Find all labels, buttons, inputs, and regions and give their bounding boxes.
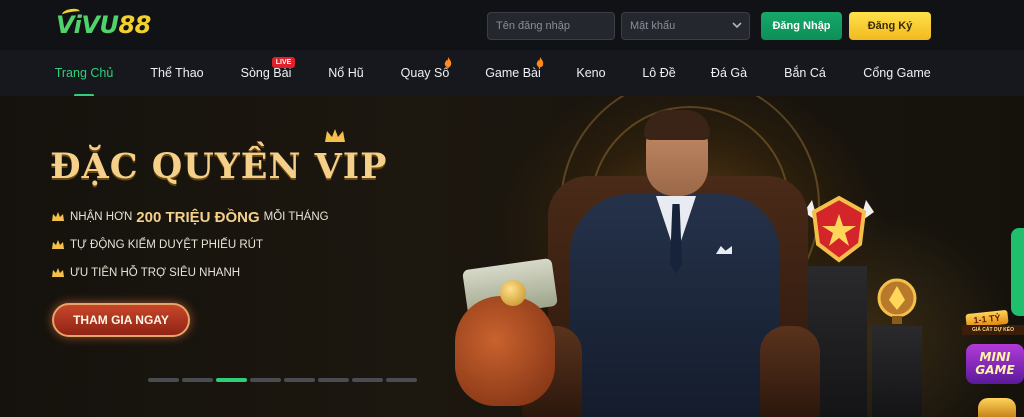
perk-item: TỰ ĐỘNG KIỂM DUYỆT PHIẾU RÚT	[52, 237, 263, 253]
carousel-dot[interactable]	[284, 378, 315, 382]
perk-item: NHẬN HƠN 200 TRIỆU ĐỒNG MỖI THÁNG	[52, 208, 329, 226]
perk-text: ƯU TIÊN HỖ TRỢ SIÊU NHANH	[70, 267, 241, 279]
fire-icon	[443, 56, 453, 68]
crown-icon	[325, 129, 345, 142]
hero-banner[interactable]: ĐẶC QUYỀN VIP NHẬN HƠN 200 TRIỆU ĐỒNG MỖ…	[0, 96, 1024, 417]
perk-prefix: NHẬN HƠN	[70, 211, 133, 223]
mini-game-line2: GAME	[975, 363, 1015, 377]
login-button[interactable]: Đăng Nhập	[761, 12, 842, 40]
coin-widget-icon[interactable]	[978, 398, 1016, 417]
trophy-pedestal	[872, 326, 922, 417]
logo-text-number: 88	[118, 11, 151, 39]
nav-item-game-portal[interactable]: Cổng Game	[858, 50, 936, 96]
perk-suffix: MỖI THÁNG	[263, 211, 329, 223]
crown-bullet-icon	[52, 268, 64, 277]
nav-item-home[interactable]: Trang Chủ	[50, 50, 118, 96]
banner-title: ĐẶC QUYỀN VIP	[50, 146, 388, 187]
side-chat-tab[interactable]	[1011, 228, 1024, 316]
nav-item-slots[interactable]: Nổ Hũ	[322, 50, 370, 96]
nav-item-cockfight[interactable]: Đá Gà	[706, 50, 752, 96]
armchair-arm-right	[760, 326, 820, 417]
main-nav: Trang Chủ Thể Thao Sòng Bài Nổ Hũ Quay S…	[0, 50, 1024, 96]
nav-item-fishing[interactable]: Bắn Cá	[779, 50, 831, 96]
live-badge: LIVE	[272, 57, 295, 68]
join-now-button[interactable]: THAM GIA NGAY	[52, 303, 190, 337]
nav-item-keno[interactable]: Keno	[570, 50, 612, 96]
carousel-dot[interactable]	[182, 378, 213, 382]
mini-game-button[interactable]: MINI GAME	[966, 344, 1024, 384]
fire-icon	[535, 56, 545, 68]
vip-emblem-icon	[804, 195, 874, 263]
carousel-dot[interactable]	[148, 378, 179, 382]
site-logo[interactable]: ViVU 88	[56, 7, 151, 41]
businessman-hair	[644, 110, 710, 140]
perk-text: TỰ ĐỘNG KIỂM DUYỆT PHIẾU RÚT	[70, 239, 263, 251]
perk-highlight: 200 TRIỆU ĐỒNG	[136, 208, 260, 226]
carousel-dot-active[interactable]	[216, 378, 247, 382]
carousel-indicators	[148, 378, 417, 382]
username-input[interactable]	[487, 12, 615, 40]
money-bag-icon	[455, 296, 555, 406]
medal-icon	[877, 278, 917, 324]
crown-bullet-icon	[52, 212, 64, 221]
carousel-dot[interactable]	[250, 378, 281, 382]
carousel-dot[interactable]	[318, 378, 349, 382]
promo-label[interactable]: GIẢ CÁT DỰ KÉO	[962, 325, 1024, 335]
nav-item-lode[interactable]: Lô Đề	[637, 50, 681, 96]
gold-coin-icon	[500, 280, 526, 306]
chevron-down-icon[interactable]	[731, 20, 743, 30]
nav-item-sports[interactable]: Thể Thao	[145, 50, 209, 96]
crown-bullet-icon	[52, 240, 64, 249]
carousel-dot[interactable]	[352, 378, 383, 382]
carousel-dot[interactable]	[386, 378, 417, 382]
perk-item: ƯU TIÊN HỖ TRỢ SIÊU NHANH	[52, 265, 240, 281]
register-button[interactable]: Đăng Ký	[849, 12, 931, 40]
top-header: ViVU 88 Đăng Nhập Đăng Ký	[0, 0, 1024, 50]
